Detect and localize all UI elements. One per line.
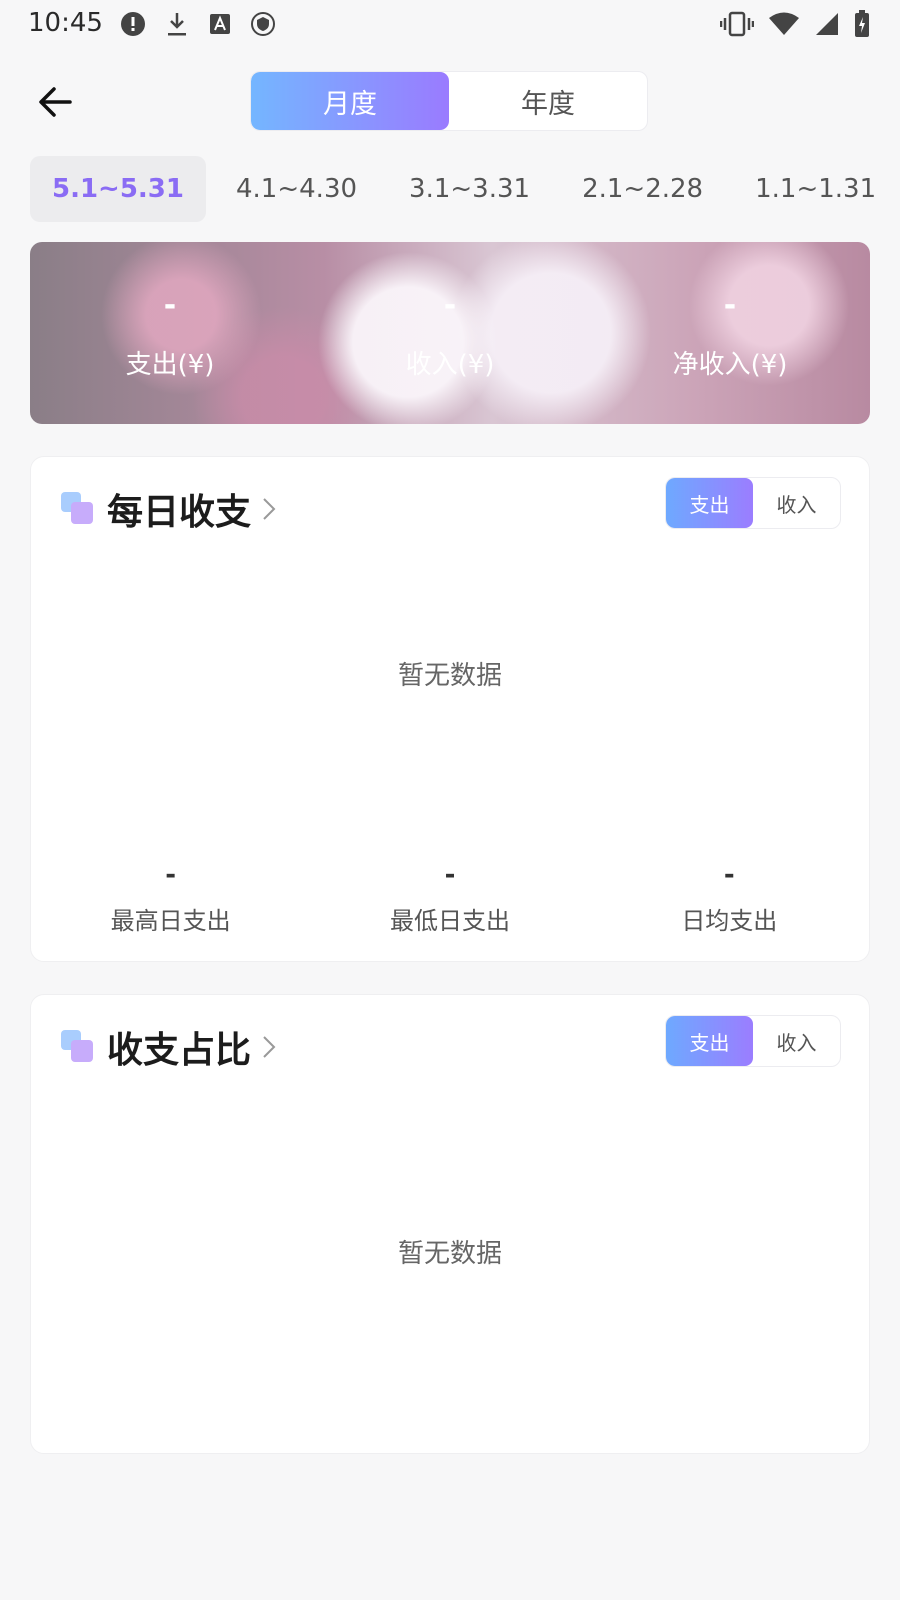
- ratio-card-title: 收支占比: [107, 1030, 252, 1071]
- daily-stats: - 最高日支出 - 最低日支出 - 日均支出: [31, 857, 869, 936]
- ratio-type-toggle: 支出 收入: [665, 1015, 841, 1067]
- period-chip-mar[interactable]: 3.1~3.31: [387, 156, 552, 222]
- summary-net-label: 净收入(¥): [672, 349, 788, 380]
- period-chip-jan[interactable]: 1.1~1.31: [733, 156, 898, 222]
- chevron-right-icon: [263, 498, 276, 520]
- summary-expense-value: -: [163, 287, 177, 323]
- ratio-expense-button[interactable]: 支出: [666, 1016, 753, 1066]
- ratio-empty-text: 暂无数据: [397, 1239, 502, 1269]
- period-chip-feb[interactable]: 2.1~2.28: [560, 156, 725, 222]
- wifi-icon: [769, 12, 799, 35]
- cards-icon: [61, 492, 95, 526]
- tab-monthly[interactable]: 月度: [251, 72, 449, 130]
- cards-icon: [61, 1030, 95, 1064]
- daily-empty-text: 暂无数据: [397, 661, 502, 691]
- daily-type-toggle: 支出 收入: [665, 477, 841, 529]
- text-a-icon: [210, 14, 230, 34]
- period-chip-apr[interactable]: 4.1~4.30: [214, 156, 379, 222]
- stat-avg-daily: - 日均支出: [590, 857, 869, 936]
- download-icon: [168, 13, 186, 36]
- summary-net-value: -: [723, 287, 737, 323]
- daily-card: 每日收支 支出 收入 暂无数据 - 最高日支出 - 最低日支出 - 日均支出: [30, 456, 870, 962]
- signal-icon: [816, 13, 838, 35]
- arrow-left-icon: [39, 87, 72, 117]
- ratio-card-header[interactable]: 收支占比: [61, 1021, 277, 1073]
- period-chip-may[interactable]: 5.1~5.31: [30, 156, 206, 222]
- status-bar: 10:45: [0, 0, 900, 48]
- stat-avg-daily-value: -: [723, 860, 735, 890]
- summary-net: - 净收入(¥): [590, 242, 870, 424]
- summary-income-value: -: [443, 287, 457, 323]
- tab-yearly[interactable]: 年度: [449, 72, 647, 130]
- stat-max-daily: - 最高日支出: [31, 857, 310, 936]
- daily-income-button[interactable]: 收入: [753, 478, 840, 528]
- summary-banner: - 支出(¥) - 收入(¥) - 净收入(¥): [30, 242, 870, 424]
- period-selector: 5.1~5.31 4.1~4.30 3.1~3.31 2.1~2.28 1.1~…: [30, 156, 900, 222]
- chevron-right-icon: [263, 1036, 276, 1058]
- vpn-shield-icon: [251, 12, 275, 36]
- status-right-icons: [720, 10, 870, 38]
- summary-expense: - 支出(¥): [30, 242, 310, 424]
- stat-min-daily: - 最低日支出: [310, 857, 589, 936]
- stat-avg-daily-label: 日均支出: [681, 907, 778, 935]
- period-type-switch: 月度 年度: [250, 71, 648, 131]
- status-left-icons: [120, 10, 276, 38]
- daily-card-title: 每日收支: [107, 492, 252, 533]
- battery-icon: [855, 10, 869, 37]
- stat-min-daily-label: 最低日支出: [389, 907, 510, 935]
- stat-min-daily-value: -: [444, 860, 456, 890]
- back-button[interactable]: [34, 80, 78, 124]
- summary-income: - 收入(¥): [310, 242, 590, 424]
- stat-max-daily-label: 最高日支出: [110, 907, 231, 935]
- ratio-income-button[interactable]: 收入: [753, 1016, 840, 1066]
- alert-icon: [121, 12, 145, 36]
- daily-card-header[interactable]: 每日收支: [61, 483, 277, 535]
- daily-expense-button[interactable]: 支出: [666, 478, 753, 528]
- summary-expense-label: 支出(¥): [125, 349, 215, 380]
- status-time: 10:45: [28, 8, 103, 38]
- vibrate-icon: [720, 11, 754, 37]
- summary-income-label: 收入(¥): [405, 349, 495, 380]
- stat-max-daily-value: -: [165, 860, 177, 890]
- ratio-card: 收支占比 支出 收入 暂无数据: [30, 994, 870, 1454]
